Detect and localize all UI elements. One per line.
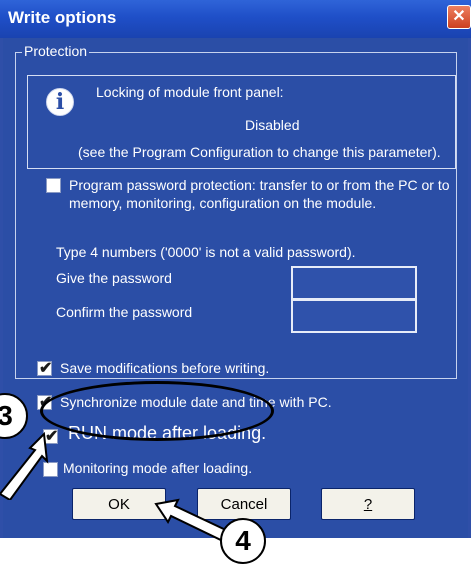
save-modifications-label: Save modifications before writing. bbox=[60, 360, 270, 376]
protection-legend: Protection bbox=[22, 43, 90, 59]
password-hint: Type 4 numbers ('0000' is not a valid pa… bbox=[56, 244, 356, 260]
callout-badge-4: 4 bbox=[220, 518, 266, 564]
dialog-title: Write options bbox=[8, 8, 117, 27]
info-icon: i bbox=[46, 88, 74, 116]
password-protection-checkbox[interactable] bbox=[46, 178, 61, 193]
monitoring-mode-label: Monitoring mode after loading. bbox=[63, 460, 253, 476]
lock-title: Locking of module front panel: bbox=[96, 84, 284, 100]
confirm-password-label: Confirm the password bbox=[56, 304, 193, 320]
lock-status: Disabled bbox=[245, 117, 300, 133]
write-options-dialog: Write options ✕ Protection i Locking of … bbox=[0, 0, 471, 564]
save-modifications-checkbox[interactable]: ✔ bbox=[37, 360, 53, 377]
dialog-body: Protection i Locking of module front pan… bbox=[3, 38, 468, 538]
password-protection-label-line1: Program password protection: transfer to… bbox=[69, 177, 450, 193]
title-bar: Write options ✕ bbox=[0, 0, 471, 38]
close-button[interactable]: ✕ bbox=[447, 5, 471, 29]
lock-info-box: i Locking of module front panel: Disable… bbox=[27, 75, 456, 169]
give-password-input[interactable] bbox=[291, 266, 417, 300]
help-button[interactable]: ? bbox=[321, 488, 415, 520]
checkmark-icon: ✔ bbox=[39, 360, 53, 377]
lock-note: (see the Program Configuration to change… bbox=[78, 144, 441, 160]
password-protection-label-line2: memory, monitoring, configuration on the… bbox=[69, 195, 377, 211]
give-password-label: Give the password bbox=[56, 270, 172, 286]
close-icon: ✕ bbox=[452, 8, 466, 25]
run-mode-highlight-oval bbox=[40, 381, 274, 441]
arrow-icon bbox=[0, 431, 49, 500]
confirm-password-input[interactable] bbox=[291, 299, 417, 333]
